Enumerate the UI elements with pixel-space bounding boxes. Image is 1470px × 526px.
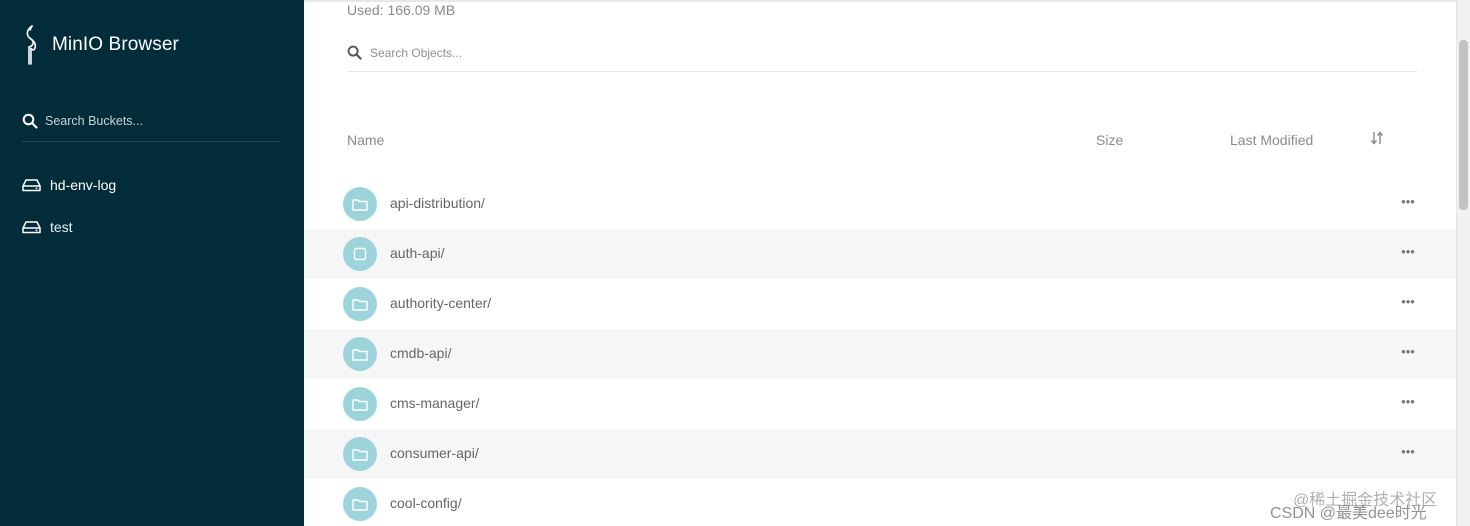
object-list: api-distribution/ ••• auth-api/ ••• auth… <box>304 179 1456 526</box>
search-icon <box>22 113 38 129</box>
minio-logo-icon <box>26 25 37 65</box>
bucket-item-test[interactable]: test <box>0 206 304 248</box>
scrollbar[interactable] <box>1456 0 1470 526</box>
column-header-last-modified[interactable]: Last Modified <box>1230 132 1313 148</box>
column-header-size[interactable]: Size <box>1096 132 1123 148</box>
object-table-header: Name Size Last Modified <box>304 126 1456 156</box>
more-actions-icon[interactable]: ••• <box>1396 392 1420 412</box>
more-actions-icon[interactable]: ••• <box>1396 292 1420 312</box>
brand[interactable]: MinIO Browser <box>20 24 179 66</box>
folder-icon <box>343 487 377 521</box>
folder-icon <box>343 437 377 471</box>
bucket-search-input[interactable] <box>45 113 265 128</box>
hard-drive-icon <box>22 179 41 192</box>
column-header-name[interactable]: Name <box>347 132 384 148</box>
more-actions-icon[interactable]: ••• <box>1396 342 1420 362</box>
bucket-list: hd-env-log test <box>0 164 304 248</box>
folder-icon <box>343 287 377 321</box>
folder-icon <box>343 387 377 421</box>
brand-title: MinIO Browser <box>52 34 179 55</box>
object-name: consumer-api/ <box>390 445 479 461</box>
top-divider <box>304 0 1456 2</box>
hard-drive-icon <box>22 221 41 234</box>
object-row[interactable]: cms-manager/ ••• <box>304 379 1456 429</box>
object-browser: Used: 166.09 MB Name Size Last Modified <box>304 0 1456 526</box>
bucket-label: hd-env-log <box>50 177 117 193</box>
bucket-label: test <box>50 219 73 235</box>
object-name: cms-manager/ <box>390 395 480 411</box>
scrollbar-thumb[interactable] <box>1459 40 1468 210</box>
object-name: cmdb-api/ <box>390 345 452 361</box>
bucket-search <box>22 110 280 142</box>
object-row[interactable]: cmdb-api/ ••• <box>304 329 1456 379</box>
object-row[interactable]: authority-center/ ••• <box>304 279 1456 329</box>
object-name: cool-config/ <box>390 495 462 511</box>
more-actions-icon[interactable]: ••• <box>1396 242 1420 262</box>
search-icon <box>347 45 362 60</box>
object-name: authority-center/ <box>390 295 492 311</box>
bucket-item-hd-env-log[interactable]: hd-env-log <box>0 164 304 206</box>
more-actions-icon[interactable]: ••• <box>1396 442 1420 462</box>
sort-icon[interactable] <box>1370 130 1384 146</box>
more-actions-icon[interactable]: ••• <box>1396 192 1420 212</box>
object-row[interactable]: api-distribution/ ••• <box>304 179 1456 229</box>
folder-icon <box>343 187 377 221</box>
object-search-input[interactable] <box>370 45 770 60</box>
sidebar: MinIO Browser hd-env-log <box>0 0 304 526</box>
object-name: api-distribution/ <box>390 195 485 211</box>
watermark-csdn: CSDN @最美dee时光 <box>1270 505 1427 522</box>
object-search <box>347 40 1417 72</box>
minio-browser-app: MinIO Browser hd-env-log <box>0 0 1470 526</box>
square-icon <box>343 237 377 271</box>
storage-used: Used: 166.09 MB <box>347 2 456 18</box>
object-name: auth-api/ <box>390 245 445 261</box>
object-row[interactable]: auth-api/ ••• <box>304 229 1456 279</box>
folder-icon <box>343 337 377 371</box>
object-row[interactable]: consumer-api/ ••• <box>304 429 1456 479</box>
